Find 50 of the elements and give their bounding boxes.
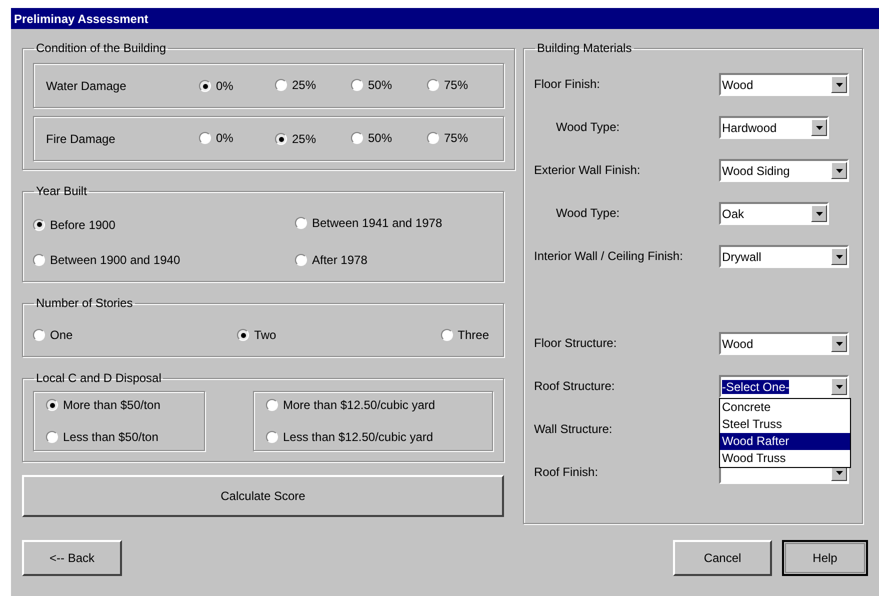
- row-label: Water Damage: [46, 78, 128, 94]
- cancel-button[interactable]: Cancel: [673, 540, 772, 576]
- radio-button[interactable]: 50%: [351, 128, 392, 146]
- back-button[interactable]: <-- Back: [22, 540, 122, 576]
- field-label: Roof Finish:: [534, 464, 600, 481]
- radio-button[interactable]: Between 1941 and 1978: [295, 214, 442, 232]
- calculate-score-button[interactable]: Calculate Score: [22, 475, 504, 517]
- radio-button[interactable]: 25%: [275, 130, 316, 148]
- list-option[interactable]: Steel Truss: [720, 416, 850, 433]
- field-label: Floor Finish:: [534, 76, 602, 93]
- field-label: Wood Type:: [555, 119, 621, 136]
- dropdown[interactable]: Wood: [719, 332, 849, 355]
- group-title: Condition of the Building: [35, 40, 168, 57]
- dropdown[interactable]: Hardwood: [719, 116, 829, 139]
- help-button[interactable]: Help: [782, 540, 868, 576]
- dropdown[interactable]: Oak: [719, 202, 829, 225]
- field-label: Floor Structure:: [534, 335, 618, 352]
- radio-button[interactable]: 75%: [427, 76, 468, 94]
- radio-button[interactable]: 0%: [199, 77, 234, 96]
- field-label: Roof Structure:: [534, 378, 616, 395]
- field-label: Interior Wall / Ceiling Finish:: [534, 248, 684, 265]
- dropdown[interactable]: Wood: [719, 73, 849, 96]
- field-label: Wood Type:: [555, 205, 621, 222]
- group-title: Year Built: [35, 183, 88, 200]
- radio-button[interactable]: Three: [440, 326, 489, 344]
- radio-button[interactable]: One: [33, 326, 73, 344]
- group-title: Number of Stories: [35, 295, 134, 312]
- list-option[interactable]: Wood Truss: [720, 450, 850, 467]
- row-label: Fire Damage: [46, 130, 116, 148]
- radio-button[interactable]: More than $12.50/cubic yard: [266, 396, 480, 414]
- radio-button[interactable]: After 1978: [295, 251, 368, 269]
- field-label: Wall Structure:: [534, 421, 614, 438]
- radio-button[interactable]: 0%: [199, 128, 234, 146]
- window-title: Preliminay Assessment: [14, 10, 148, 28]
- radio-button[interactable]: Before 1900: [33, 216, 116, 234]
- radio-button[interactable]: 25%: [275, 76, 316, 94]
- radio-button[interactable]: More than $50/ton: [46, 396, 192, 414]
- radio-button[interactable]: 50%: [351, 76, 392, 94]
- list-option[interactable]: Concrete: [720, 399, 850, 416]
- field-label: Exterior Wall Finish:: [534, 162, 642, 179]
- radio-button[interactable]: 75%: [427, 128, 468, 146]
- radio-button[interactable]: Less than $12.50/cubic yard: [266, 428, 480, 446]
- dropdown[interactable]: Drywall: [719, 245, 849, 268]
- group-title: Building Materials: [536, 40, 633, 57]
- radio-button[interactable]: Two: [237, 326, 276, 344]
- radio-button[interactable]: Less than $50/ton: [46, 428, 192, 446]
- list-option[interactable]: Wood Rafter: [720, 433, 850, 450]
- dropdown[interactable]: Wood Siding: [719, 159, 849, 182]
- group-title: Local C and D Disposal: [35, 370, 162, 387]
- radio-button[interactable]: Between 1900 and 1940: [33, 251, 180, 269]
